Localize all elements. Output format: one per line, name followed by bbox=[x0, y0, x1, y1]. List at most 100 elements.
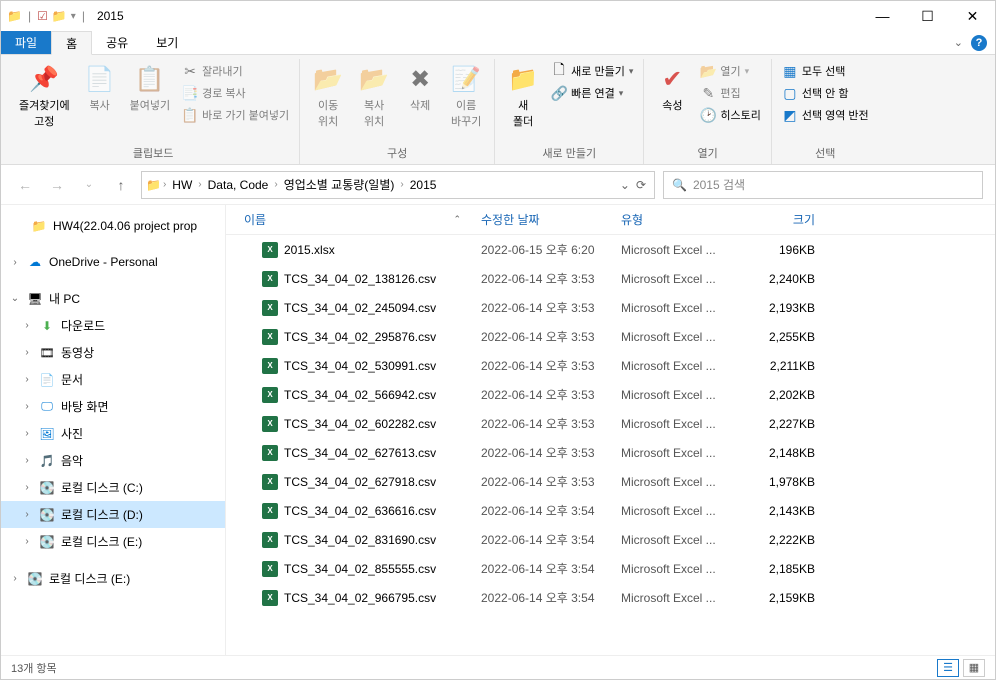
copy-button[interactable]: 📄 복사 bbox=[78, 59, 122, 117]
file-type: Microsoft Excel ... bbox=[621, 417, 741, 431]
file-row[interactable]: XTCS_34_04_02_855555.csv2022-06-14 오후 3:… bbox=[226, 554, 995, 583]
rename-button[interactable]: 📝이름 바꾸기 bbox=[444, 59, 488, 133]
chevron-right-icon[interactable]: › bbox=[9, 257, 21, 268]
pin-to-quick-access-button[interactable]: 📌 즐겨찾기에 고정 bbox=[13, 59, 76, 133]
chevron-right-icon[interactable]: › bbox=[400, 179, 403, 190]
chevron-right-icon[interactable]: › bbox=[21, 536, 33, 547]
copy-to-icon: 📂 bbox=[358, 63, 390, 95]
nav-music[interactable]: ›🎵음악 bbox=[1, 447, 225, 474]
delete-button[interactable]: ✖삭제 bbox=[398, 59, 442, 117]
chevron-right-icon[interactable]: › bbox=[198, 179, 201, 190]
nav-this-pc[interactable]: ⌄🖥내 PC bbox=[1, 285, 225, 312]
file-row[interactable]: XTCS_34_04_02_566942.csv2022-06-14 오후 3:… bbox=[226, 380, 995, 409]
recent-locations-button[interactable]: ⌄ bbox=[77, 173, 101, 197]
address-dropdown-icon[interactable]: ⌄ bbox=[620, 178, 630, 192]
address-bar[interactable]: 📁 › HW › Data, Code › 영업소별 교통량(일별) › 201… bbox=[141, 171, 655, 199]
properties-button[interactable]: ✔속성 bbox=[650, 59, 694, 117]
nav-disk-e2[interactable]: ›💽로컬 디스크 (E:) bbox=[1, 565, 225, 592]
file-row[interactable]: XTCS_34_04_02_627613.csv2022-06-14 오후 3:… bbox=[226, 438, 995, 467]
tab-home[interactable]: 홈 bbox=[51, 31, 92, 55]
close-button[interactable]: ✕ bbox=[950, 1, 995, 31]
breadcrumb-item[interactable]: 영업소별 교통량(일별) bbox=[280, 176, 399, 193]
file-type: Microsoft Excel ... bbox=[621, 446, 741, 460]
chevron-right-icon[interactable]: › bbox=[21, 455, 33, 466]
nav-pictures[interactable]: ›🖼사진 bbox=[1, 420, 225, 447]
forward-button[interactable]: → bbox=[45, 173, 69, 197]
breadcrumb-item[interactable]: 2015 bbox=[406, 178, 441, 192]
select-all-button[interactable]: ▦모두 선택 bbox=[778, 61, 873, 81]
file-row[interactable]: XTCS_34_04_02_636616.csv2022-06-14 오후 3:… bbox=[226, 496, 995, 525]
nav-hw4-folder[interactable]: 📁HW4(22.04.06 project prop bbox=[1, 213, 225, 239]
paste-shortcut-button[interactable]: 📋바로 가기 붙여넣기 bbox=[178, 105, 293, 125]
nav-desktop[interactable]: ›🖵바탕 화면 bbox=[1, 393, 225, 420]
nav-onedrive[interactable]: ›☁OneDrive - Personal bbox=[1, 249, 225, 275]
maximize-button[interactable]: ☐ bbox=[905, 1, 950, 31]
chevron-right-icon[interactable]: › bbox=[21, 428, 33, 439]
tab-file[interactable]: 파일 bbox=[1, 31, 51, 54]
edit-button[interactable]: ✎편집 bbox=[696, 83, 764, 103]
file-row[interactable]: XTCS_34_04_02_831690.csv2022-06-14 오후 3:… bbox=[226, 525, 995, 554]
chevron-right-icon[interactable]: › bbox=[21, 401, 33, 412]
nav-disk-d[interactable]: ›💽로컬 디스크 (D:) bbox=[1, 501, 225, 528]
nav-disk-c[interactable]: ›💽로컬 디스크 (C:) bbox=[1, 474, 225, 501]
chevron-right-icon[interactable]: › bbox=[21, 509, 33, 520]
chevron-right-icon[interactable]: › bbox=[21, 374, 33, 385]
thumbnails-view-button[interactable]: ▦ bbox=[963, 659, 985, 677]
qat-overflow-icon[interactable]: ▾ bbox=[71, 11, 76, 22]
move-to-button[interactable]: 📂이동 위치 bbox=[306, 59, 350, 133]
qat-check-icon[interactable]: ☑ bbox=[37, 9, 48, 23]
file-size: 2,143KB bbox=[741, 504, 831, 518]
file-date: 2022-06-14 오후 3:54 bbox=[481, 560, 621, 577]
minimize-button[interactable]: — bbox=[860, 1, 905, 31]
refresh-icon[interactable]: ⟳ bbox=[636, 178, 646, 192]
file-row[interactable]: XTCS_34_04_02_245094.csv2022-06-14 오후 3:… bbox=[226, 293, 995, 322]
select-none-button[interactable]: ▢선택 안 함 bbox=[778, 83, 873, 103]
copy-path-button[interactable]: 📑경로 복사 bbox=[178, 83, 293, 103]
nav-documents[interactable]: ›📄문서 bbox=[1, 366, 225, 393]
file-date: 2022-06-14 오후 3:54 bbox=[481, 531, 621, 548]
tab-share[interactable]: 공유 bbox=[92, 31, 142, 54]
new-folder-button[interactable]: 📁새 폴더 bbox=[501, 59, 545, 133]
breadcrumb-item[interactable]: HW bbox=[168, 178, 196, 192]
chevron-right-icon[interactable]: › bbox=[21, 320, 33, 331]
details-view-button[interactable]: ☰ bbox=[937, 659, 959, 677]
file-row[interactable]: XTCS_34_04_02_602282.csv2022-06-14 오후 3:… bbox=[226, 409, 995, 438]
tab-view[interactable]: 보기 bbox=[142, 31, 192, 54]
ribbon-tabs: 파일 홈 공유 보기 ⌄ ? bbox=[1, 31, 995, 55]
column-type[interactable]: 유형 bbox=[621, 211, 741, 228]
chevron-down-icon[interactable]: ⌄ bbox=[9, 293, 21, 304]
history-button[interactable]: 🕑히스토리 bbox=[696, 105, 764, 125]
qat-folder-icon[interactable]: 📁 bbox=[52, 9, 67, 23]
file-row[interactable]: X2015.xlsx2022-06-15 오후 6:20Microsoft Ex… bbox=[226, 235, 995, 264]
chevron-right-icon[interactable]: › bbox=[274, 179, 277, 190]
chevron-right-icon[interactable]: › bbox=[163, 179, 166, 190]
help-icon[interactable]: ? bbox=[971, 35, 987, 51]
search-input[interactable]: 🔍 2015 검색 bbox=[663, 171, 983, 199]
copy-to-button[interactable]: 📂복사 위치 bbox=[352, 59, 396, 133]
column-size[interactable]: 크기 bbox=[741, 211, 831, 228]
easy-access-button[interactable]: 🔗빠른 연결 ▾ bbox=[547, 83, 637, 103]
new-item-button[interactable]: 🗋새로 만들기 ▾ bbox=[547, 61, 637, 81]
up-button[interactable]: ↑ bbox=[109, 173, 133, 197]
column-name[interactable]: 이름⌃ bbox=[226, 211, 481, 228]
file-row[interactable]: XTCS_34_04_02_138126.csv2022-06-14 오후 3:… bbox=[226, 264, 995, 293]
chevron-right-icon[interactable]: › bbox=[21, 347, 33, 358]
column-date[interactable]: 수정한 날짜 bbox=[481, 211, 621, 228]
nav-videos[interactable]: ›🎞동영상 bbox=[1, 339, 225, 366]
new-item-icon: 🗋 bbox=[551, 63, 567, 79]
cut-button[interactable]: ✂잘라내기 bbox=[178, 61, 293, 81]
file-row[interactable]: XTCS_34_04_02_627918.csv2022-06-14 오후 3:… bbox=[226, 467, 995, 496]
paste-button[interactable]: 📋 붙여넣기 bbox=[124, 59, 176, 117]
file-row[interactable]: XTCS_34_04_02_295876.csv2022-06-14 오후 3:… bbox=[226, 322, 995, 351]
ribbon-collapse-icon[interactable]: ⌄ bbox=[954, 36, 963, 49]
breadcrumb-item[interactable]: Data, Code bbox=[204, 178, 273, 192]
file-row[interactable]: XTCS_34_04_02_966795.csv2022-06-14 오후 3:… bbox=[226, 583, 995, 612]
file-row[interactable]: XTCS_34_04_02_530991.csv2022-06-14 오후 3:… bbox=[226, 351, 995, 380]
nav-downloads[interactable]: ›⬇다운로드 bbox=[1, 312, 225, 339]
chevron-right-icon[interactable]: › bbox=[9, 573, 21, 584]
open-button[interactable]: 📂열기 ▾ bbox=[696, 61, 764, 81]
chevron-right-icon[interactable]: › bbox=[21, 482, 33, 493]
nav-disk-e1[interactable]: ›💽로컬 디스크 (E:) bbox=[1, 528, 225, 555]
invert-selection-button[interactable]: ◩선택 영역 반전 bbox=[778, 105, 873, 125]
back-button[interactable]: ← bbox=[13, 173, 37, 197]
